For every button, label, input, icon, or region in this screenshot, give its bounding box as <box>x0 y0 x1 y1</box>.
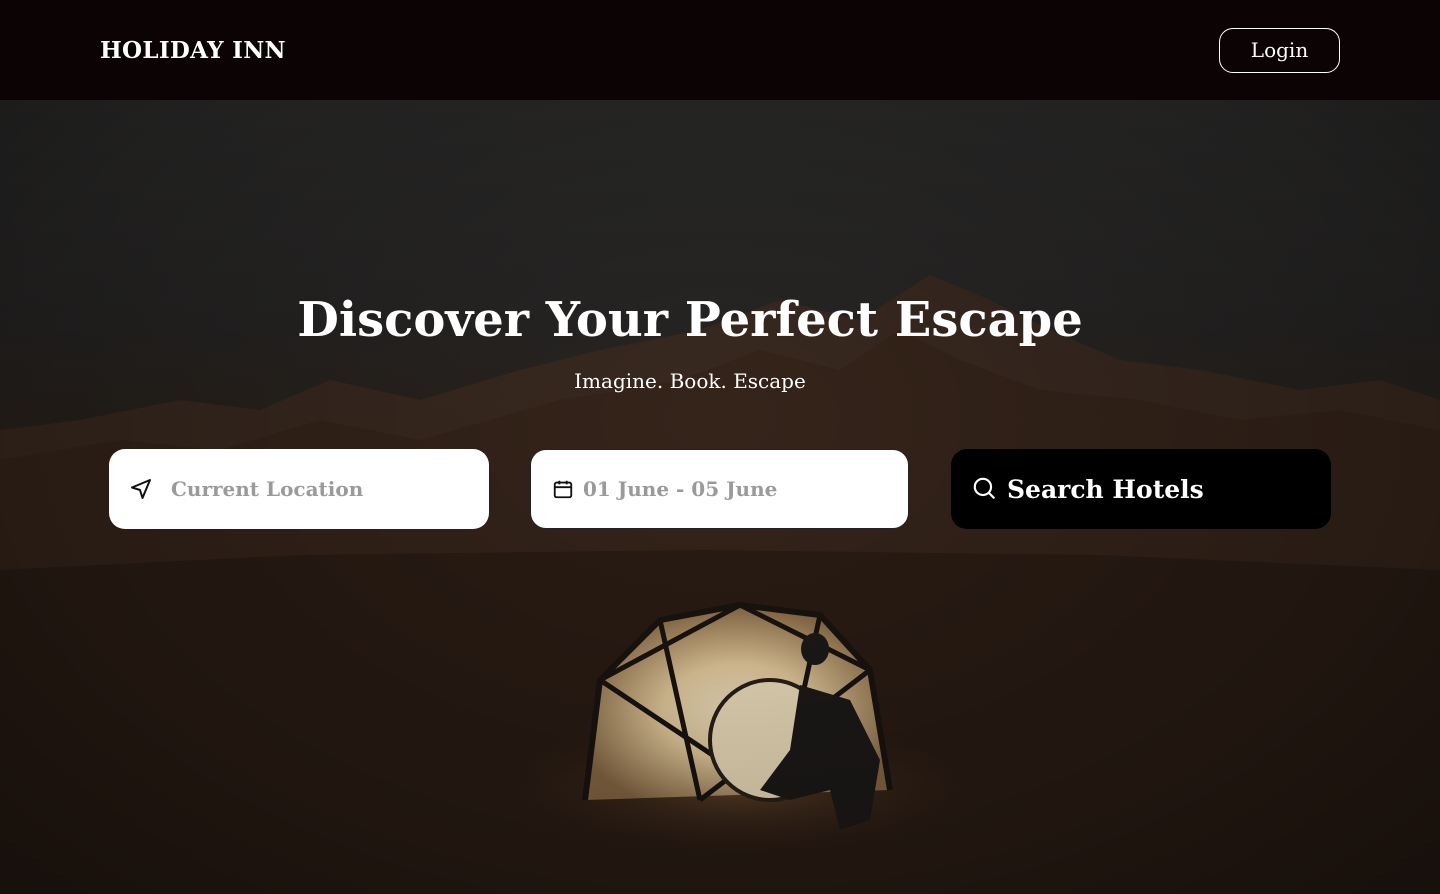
brand-logo-text[interactable]: HOLIDAY INN <box>100 37 286 64</box>
hero-subtitle: Imagine. Book. Escape <box>574 369 806 393</box>
login-button[interactable]: Login <box>1219 27 1340 73</box>
navigation-arrow-icon <box>129 477 153 501</box>
search-hotels-button[interactable]: Search Hotels <box>951 449 1331 529</box>
location-input[interactable] <box>171 477 471 501</box>
hero-title: Discover Your Perfect Escape <box>297 292 1083 348</box>
search-hotels-label: Search Hotels <box>1007 474 1204 504</box>
date-range-field[interactable] <box>530 449 909 529</box>
search-icon <box>971 475 997 504</box>
location-field[interactable] <box>109 449 489 529</box>
calendar-icon <box>551 477 575 501</box>
date-range-input[interactable] <box>583 477 883 501</box>
top-navbar: HOLIDAY INN Login <box>0 0 1440 100</box>
